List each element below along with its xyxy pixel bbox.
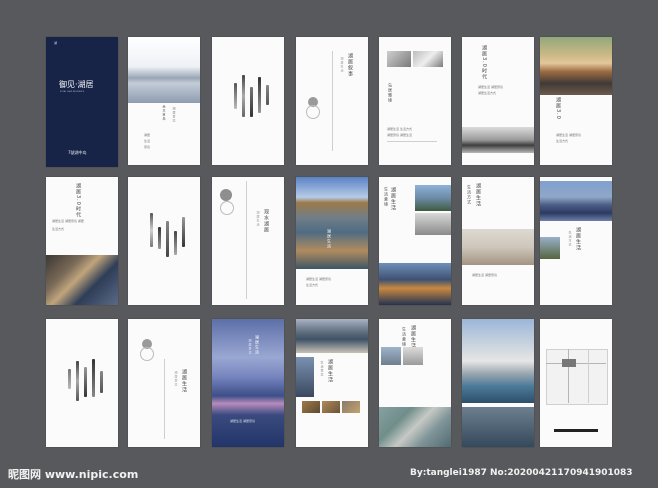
woman-lake-photo — [462, 229, 534, 265]
cover-brand: 7號湖中岛 — [68, 150, 87, 155]
aerial-photo — [379, 407, 451, 447]
brochure-page-blue-night: 湖居生活 湖居意境 湖居生活 湖居意境 — [212, 319, 284, 447]
location-map — [546, 349, 608, 405]
watermark-credit: By:tanglei1987 No:20200421170941901083 — [410, 468, 633, 478]
cover-logo: 湖 — [54, 41, 58, 45]
brochure-page-circle: 观水湖居 湖居生活 — [212, 177, 284, 305]
brochure-page-mist-lake: 尚文筑岛 湖居意境 湖居 生活 意境 — [128, 37, 200, 165]
heading-era-30-b: 湖居3.0时代 — [75, 183, 81, 218]
heading-water-view: 观水湖居 — [263, 209, 269, 233]
mist-lake-photo — [128, 37, 200, 103]
heading-era-30: 湖居3.0时代 — [481, 45, 487, 80]
brochure-page-strips — [212, 37, 284, 165]
brochure-page-pool: 湖居生活 生活意境 — [296, 319, 368, 447]
interior-photo — [46, 255, 118, 305]
pool-photo — [296, 319, 368, 353]
brochure-page-era-30: 湖居3.0时代 湖居生活 湖居意境 湖居生活方式 — [462, 37, 534, 165]
brochure-page-interior: 湖居3.0时代 湖居生活 湖居意境 湖居 生活方式 — [46, 177, 118, 305]
rocks-lake-photo — [296, 177, 368, 269]
brochure-page-strips-c — [46, 319, 118, 447]
brochure-page-strips-b — [128, 177, 200, 305]
brochure-cover-page: 湖 御见·湖居 ROYAL LAKE RESIDENCE 7號湖中岛 — [46, 37, 118, 167]
cover-title: 御见·湖居 — [59, 80, 94, 89]
brochure-page-apartments — [462, 319, 534, 447]
brochure-page-rhythm: 湖居生活 湖居意境 — [128, 319, 200, 447]
city-night-photo — [379, 263, 451, 305]
brochure-page-location-map — [540, 319, 612, 447]
heading-culture: 尚文筑岛 — [162, 105, 166, 121]
boat-photo — [540, 37, 612, 95]
brochure-page-birds: 岛居雅境 湖居生活 生活方式 湖居意境 湖居生活 — [379, 37, 451, 165]
skyline-photo — [540, 181, 612, 221]
cover-subtitle: ROYAL LAKE RESIDENCE — [60, 91, 85, 93]
town-photo — [462, 127, 534, 153]
brochure-page-city-night: 湖居生活 生活意境 — [379, 177, 451, 305]
heading-island-life: 岛居雅境 — [388, 83, 393, 103]
brochure-page-woman: 湖居生活 生活方式 湖居生活 湖居意境 — [462, 177, 534, 305]
brochure-page-rocks: 湖居生活 湖居生活 湖居意境 生活方式 — [296, 177, 368, 305]
brochure-page-skyline: 湖居生活 生活方式 — [540, 177, 612, 305]
brochure-page-aerial: 湖居生活 生活意境 — [379, 319, 451, 447]
watermark-site: 昵图网 www.nipic.com — [8, 468, 139, 481]
heading-rhythm: 湖居生活 — [181, 369, 187, 393]
brochure-page-culture: 湖居叙事 湖居生活 — [296, 37, 368, 165]
brochure-page-boat: 湖居3.0 湖居生活 湖居意境 生活方式 — [540, 37, 612, 165]
apartments-photo — [462, 319, 534, 403]
heading-lake-story: 湖居叙事 — [347, 53, 353, 77]
